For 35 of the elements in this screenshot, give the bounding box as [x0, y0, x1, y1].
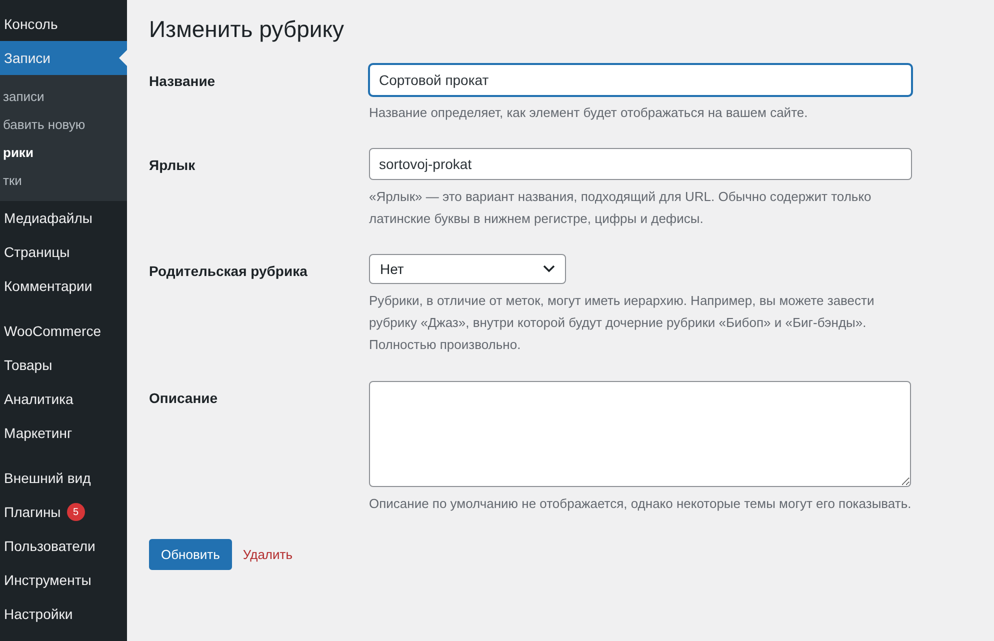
field-help-text: Рубрики, в отличие от меток, могут иметь иерархию. Например, вы можете завести рубрику «Джаз», внутри которой будут дочерние рубрики «Бибоп» и «Биг-бэнды». Полностью произвольно.: [369, 292, 876, 354]
text-field[interactable]: Сортовой прокат: [369, 64, 912, 96]
field-label: Описание: [149, 388, 219, 408]
submenu-item[interactable]: тки: [0, 166, 127, 194]
page-title: Изменить рубрику: [149, 16, 346, 43]
submenu-item[interactable]: рики: [0, 138, 127, 166]
sidebar-item[interactable]: Аналитика: [0, 382, 127, 416]
sidebar-item[interactable]: Страницы: [0, 235, 127, 269]
field-help-text: Описание по умолчанию не отображается, однако некоторые темы могут его показывать.: [369, 494, 912, 513]
submenu-item[interactable]: бавить новую: [0, 110, 127, 138]
sidebar-item[interactable]: Товары: [0, 348, 127, 382]
field-label: Родительская рубрика: [149, 262, 308, 282]
sidebar-item[interactable]: Настройки: [0, 597, 127, 631]
field-help-text: «Ярлык» — это вариант названия, подходящий для URL. Обычно содержит только латинские буквы в нижнем регистре, цифры и дефисы.: [369, 188, 872, 228]
parent-select[interactable]: Нет: [369, 254, 566, 284]
field-help-text: Название определяет, как элемент будет отображаться на вашем сайте.: [369, 104, 809, 122]
sidebar-item[interactable]: Плагины 5: [0, 495, 127, 529]
sidebar-item[interactable]: Пользователи: [0, 529, 127, 563]
sidebar-item[interactable]: WooCommerce: [0, 314, 127, 348]
submenu-item[interactable]: записи: [0, 82, 127, 110]
field-label: Ярлык: [149, 156, 196, 176]
field-label: Название: [149, 72, 216, 91]
description-field[interactable]: [369, 380, 911, 487]
chevron-down-icon: [543, 265, 555, 274]
sidebar-item[interactable]: Внешний вид: [0, 461, 127, 495]
update-button[interactable]: Обновить: [149, 538, 232, 570]
sidebar-item[interactable]: Медиафайлы: [0, 201, 127, 235]
sidebar-item[interactable]: Инструменты: [0, 563, 127, 597]
sidebar-item[interactable]: Записи: [0, 41, 127, 75]
sidebar-item[interactable]: Комментарии: [0, 269, 127, 303]
sidebar-item[interactable]: Консоль: [0, 7, 127, 41]
update-count-badge: 5: [66, 503, 85, 521]
sidebar-item[interactable]: Маркетинг: [0, 416, 127, 450]
delete-link[interactable]: Удалить: [242, 546, 293, 562]
text-field[interactable]: sortovoj-prokat: [369, 148, 912, 180]
